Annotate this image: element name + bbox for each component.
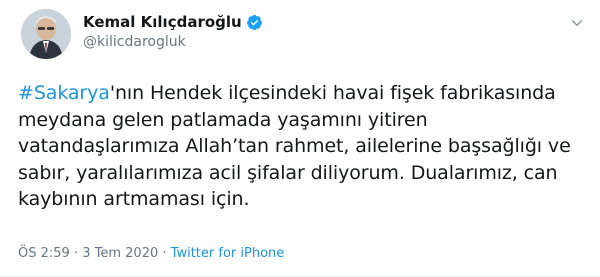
- author-display-name[interactable]: Kemal Kılıçdaroğlu: [83, 13, 242, 31]
- tweet-source-link[interactable]: Twitter for iPhone: [171, 246, 285, 261]
- tweet-time[interactable]: ÖS 2:59: [18, 246, 70, 261]
- tweet-card: Kemal Kılıçdaroğlu @kilicdarogluk #Sakar…: [0, 0, 600, 277]
- verified-badge-icon: [246, 14, 263, 31]
- hashtag-link[interactable]: #Sakarya: [18, 82, 110, 104]
- tweet-date[interactable]: 3 Tem 2020: [82, 246, 158, 261]
- meta-separator-2: ·: [162, 246, 167, 261]
- tweet-text: #Sakarya'nın Hendek ilçesindeki havai fi…: [18, 80, 588, 213]
- meta-separator: ·: [73, 246, 79, 261]
- chevron-down-icon[interactable]: [568, 14, 586, 32]
- avatar[interactable]: [21, 9, 71, 59]
- tweet-meta: ÖS 2:59 · 3 Tem 2020 · Twitter for iPhon…: [18, 246, 284, 261]
- avatar-image: [21, 9, 71, 59]
- author-name-row[interactable]: Kemal Kılıçdaroğlu: [83, 13, 263, 31]
- author-handle[interactable]: @kilicdarogluk: [83, 34, 186, 50]
